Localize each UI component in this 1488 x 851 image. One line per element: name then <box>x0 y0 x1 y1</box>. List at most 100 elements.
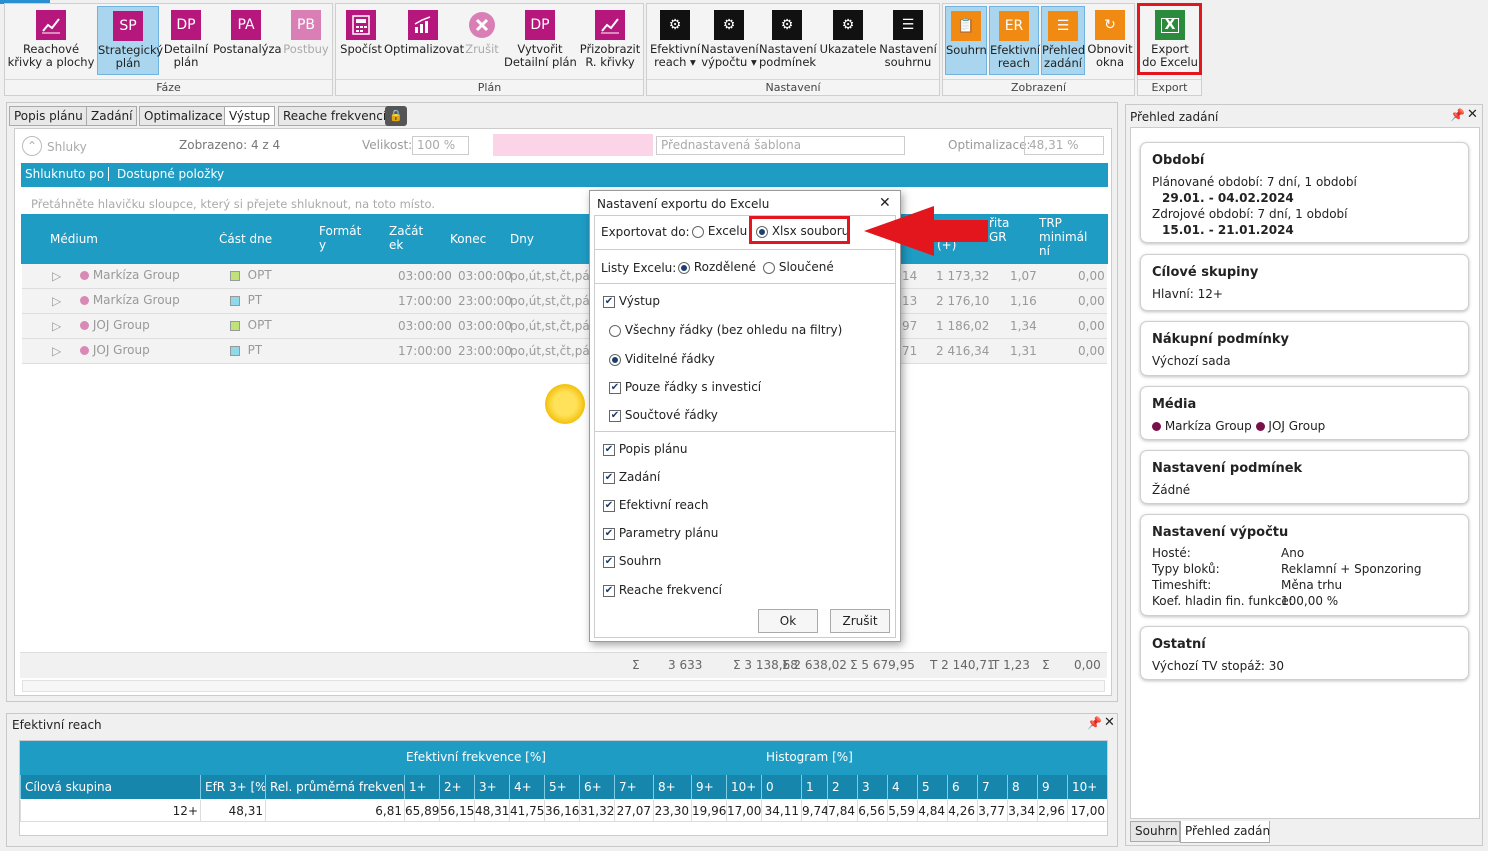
efr-col-header[interactable]: 5 <box>917 775 947 799</box>
efr-col-header[interactable]: Rel. průměrná frekvence <box>265 775 404 799</box>
table-row[interactable]: ▷ Markíza Group OPT 03:00:00 03:00:00 po,út… <box>22 264 1107 289</box>
radio-sloucene[interactable]: Sloučené <box>763 260 834 274</box>
efr-col-header[interactable]: 2 <box>827 775 857 799</box>
tab-vystup[interactable]: Výstup <box>224 106 276 126</box>
cancel-button[interactable]: Zrušit <box>830 609 890 633</box>
table-row[interactable]: ▷ Markíza Group PT 17:00:00 23:00:00 po,út,… <box>22 289 1107 314</box>
check-souhrn[interactable]: ✔ Souhrn <box>603 554 661 568</box>
efr-col-header[interactable]: 2+ <box>439 775 474 799</box>
optimization-dropdown[interactable]: 48,31 % <box>1024 136 1104 155</box>
col-trp-min[interactable]: TRP minimál ní <box>1039 216 1087 258</box>
conditions-settings-button[interactable]: ⚙ Nastavení podmínek <box>759 6 817 75</box>
efr-cell: 4,26 <box>947 800 977 822</box>
calculation-settings-button[interactable]: ⚙ Nastavení výpočtu ▾ <box>701 6 759 75</box>
table-row[interactable]: ▷ JOJ Group PT 17:00:00 23:00:00 po,út,st,č… <box>22 339 1107 364</box>
table-row[interactable]: ▷ JOJ Group OPT 03:00:00 03:00:00 po,út,st,… <box>22 314 1107 339</box>
create-detail-plan-button[interactable]: DP Vytvořit Detailní plán <box>504 6 577 75</box>
show-r-curves-button[interactable]: Přizobrazit R. křivky <box>578 6 642 75</box>
indicators-button[interactable]: ⚙ Ukazatele <box>819 6 877 75</box>
col-cast-dne[interactable]: Část dne <box>219 232 272 246</box>
efr-col-header[interactable]: 10+ <box>1067 775 1107 799</box>
radio-rozdelene[interactable]: Rozdělené <box>678 260 756 274</box>
reach-curves-button[interactable]: Reachové křivky a plochy <box>7 6 95 75</box>
efr-col-header[interactable]: 3 <box>857 775 887 799</box>
start-cell: 03:00:00 <box>398 319 452 333</box>
efr-col-header[interactable]: 9 <box>1037 775 1067 799</box>
expand-icon[interactable]: ▷ <box>52 319 61 333</box>
efr-cell: 34,11 <box>761 800 801 822</box>
efr-col-header[interactable]: 6 <box>947 775 977 799</box>
effective-reach-settings-button[interactable]: ⚙ Efektivní reach ▾ <box>649 6 701 75</box>
efr-col-header[interactable]: 8 <box>1007 775 1037 799</box>
tab-popis-planu[interactable]: Popis plánu <box>9 106 88 126</box>
horizontal-scrollbar[interactable] <box>22 680 1105 692</box>
effective-reach-view-button[interactable]: ER Efektivní reach <box>989 6 1040 75</box>
close-icon[interactable]: ✕ <box>1467 107 1478 122</box>
efr-col-header[interactable]: 6+ <box>579 775 614 799</box>
strategic-plan-button[interactable]: SP Strategický plán <box>97 6 163 75</box>
efr-col-header[interactable]: 0 <box>761 775 801 799</box>
pin-icon[interactable]: 📌 <box>1450 108 1465 122</box>
efr-col-header[interactable]: 1+ <box>404 775 439 799</box>
radio-viditelne-radky[interactable]: Viditelné řádky <box>609 352 715 366</box>
summary-view-button[interactable]: 📋 Souhrn <box>945 6 987 75</box>
efr-col-header[interactable]: Cílová skupina <box>20 775 200 799</box>
efr-col-header[interactable]: 5+ <box>544 775 579 799</box>
size-input[interactable]: 100 % <box>412 136 469 155</box>
efr-col-header[interactable]: 8+ <box>653 775 691 799</box>
chart-icon <box>36 10 66 40</box>
cancel-plan-button[interactable]: Zrušit <box>462 6 502 75</box>
summary-settings-button[interactable]: ☰ Nastavení souhrnu <box>879 6 937 75</box>
radio-excel[interactable]: Excelu <box>692 224 747 238</box>
lock-icon[interactable]: 🔒 <box>385 106 407 126</box>
ok-button[interactable]: Ok <box>758 609 818 633</box>
check-reache-frekvenci[interactable]: ✔ Reache frekvencí <box>603 583 722 597</box>
check-vystup[interactable]: ✔ Výstup <box>603 294 660 308</box>
check-souctove[interactable]: ✔ Součtové řádky <box>609 408 718 422</box>
overview-view-button[interactable]: ☰ Přehled zadání <box>1041 6 1085 75</box>
close-icon[interactable]: ✕ <box>1104 715 1115 730</box>
optimization-label: Optimalizace: <box>948 138 1031 152</box>
expand-icon[interactable]: ▷ <box>52 294 61 308</box>
expand-icon[interactable]: ▷ <box>52 344 61 358</box>
calculate-button[interactable]: Spočíst <box>338 6 384 75</box>
col-konec[interactable]: Konec <box>450 232 486 246</box>
efr-col-header[interactable]: 7+ <box>614 775 653 799</box>
check-parametry-planu[interactable]: ✔ Parametry plánu <box>603 526 718 540</box>
col-dny[interactable]: Dny <box>510 232 534 246</box>
efr-col-header[interactable]: 7 <box>977 775 1007 799</box>
tab-souhrn[interactable]: Souhrn <box>1130 821 1180 842</box>
optimize-button[interactable]: Optimalizovat <box>384 6 464 75</box>
check-efektivni-reach[interactable]: ✔ Efektivní reach <box>603 498 708 512</box>
expand-icon[interactable]: ▷ <box>52 269 61 283</box>
tab-reache-frekvenci[interactable]: Reache frekvencí <box>278 106 392 126</box>
col-format[interactable]: Formát y <box>319 224 361 252</box>
check-pouze-investice[interactable]: ✔ Pouze řádky s investicí <box>609 380 761 394</box>
collapse-icon[interactable]: ⌃ <box>22 136 42 156</box>
tab-prehled-zadani[interactable]: Přehled zadání <box>1180 821 1270 843</box>
refresh-windows-button[interactable]: ↻ Obnovit okna <box>1087 6 1133 75</box>
col-zacatek[interactable]: Začát ek <box>389 224 423 252</box>
medium-cell: Markíza Group <box>80 293 180 307</box>
template-dropdown[interactable]: Přednastavená šablona <box>656 136 905 155</box>
tab-zadani[interactable]: Zadání <box>86 106 138 126</box>
card-ostatni: Ostatní Výchozí TV stopáž: 30 <box>1140 626 1469 680</box>
efr-col-header[interactable]: 10+ <box>726 775 761 799</box>
postanalysis-button[interactable]: PA Postanalýza <box>213 6 282 75</box>
radio-vsechny-radky[interactable]: Všechny řádky (bez ohledu na filtry) <box>609 323 842 337</box>
check-zadani[interactable]: ✔ Zadání <box>603 470 660 484</box>
card-obdobi: Období Plánované období: 7 dní, 1 období… <box>1140 142 1469 243</box>
efr-col-header[interactable]: 9+ <box>691 775 726 799</box>
efr-col-header[interactable]: 3+ <box>474 775 509 799</box>
check-popis-planu[interactable]: ✔ Popis plánu <box>603 442 688 456</box>
detail-plan-button[interactable]: DP Detailní plán <box>161 6 211 75</box>
efr-col-header[interactable]: EfR 3+ [%] <box>200 775 265 799</box>
efr-col-header[interactable]: 4+ <box>509 775 544 799</box>
dialog-title: Nastavení exportu do Excelu <box>597 197 770 211</box>
efr-col-header[interactable]: 4 <box>887 775 917 799</box>
efr-col-header[interactable]: 1 <box>801 775 827 799</box>
postbuy-button[interactable]: PB Postbuy <box>281 6 331 75</box>
pin-icon[interactable]: 📌 <box>1087 716 1102 730</box>
tab-optimalizace[interactable]: Optimalizace <box>139 106 228 126</box>
col-medium[interactable]: Médium <box>50 232 98 246</box>
